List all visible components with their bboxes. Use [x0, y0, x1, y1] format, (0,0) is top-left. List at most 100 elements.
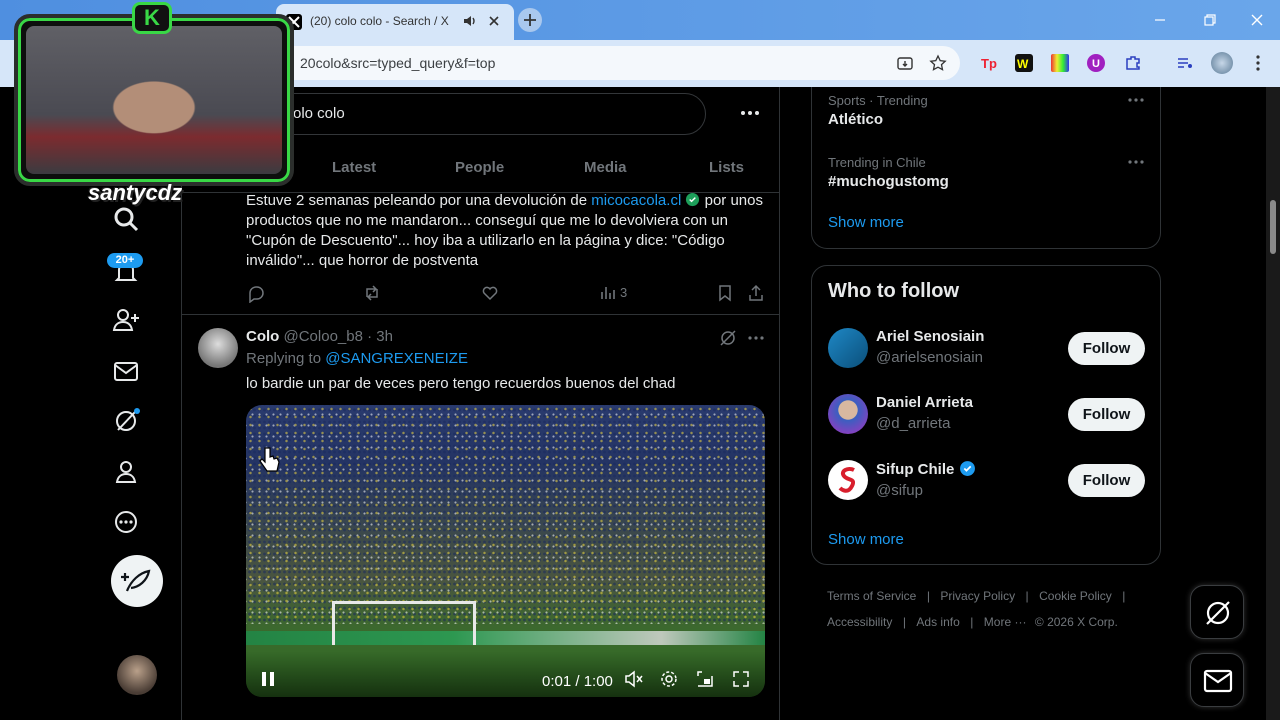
- mouse-cursor-hand-icon: [258, 446, 282, 476]
- webcam-feed: [26, 26, 282, 174]
- extension-w-icon[interactable]: W: [1015, 54, 1033, 72]
- post-1-text: Estuve 2 semanas peleando por una devolu…: [246, 191, 766, 271]
- tab-latest[interactable]: Latest: [332, 159, 376, 176]
- close-tab-icon[interactable]: [486, 13, 502, 29]
- user-1-avatar[interactable]: [828, 328, 868, 368]
- tab-media[interactable]: Media: [584, 159, 627, 176]
- video-ad-boards: [246, 631, 765, 645]
- post-2-video[interactable]: 0:01 / 1:00: [246, 405, 765, 697]
- search-options-icon[interactable]: [738, 103, 762, 123]
- user-1-info[interactable]: Ariel Senosiain @arielsenosiain: [876, 328, 984, 366]
- tab-people[interactable]: People: [455, 159, 504, 176]
- pause-icon[interactable]: [258, 669, 278, 689]
- trend-1-name: Atlético: [828, 111, 884, 128]
- compose-post-button[interactable]: [111, 555, 163, 607]
- follow-button-user-2[interactable]: Follow: [1068, 398, 1145, 431]
- replying-to-handle[interactable]: @SANGREXENEIZE: [325, 350, 468, 367]
- trend-2-name: #muchogustomg: [828, 173, 949, 190]
- speaker-icon[interactable]: [462, 13, 478, 29]
- streamer-name: santycdz: [88, 180, 183, 205]
- trends-show-more-link[interactable]: Show more: [828, 214, 904, 231]
- streamer-logo-badge: K: [132, 2, 172, 34]
- more-circle-icon[interactable]: [110, 506, 142, 538]
- post-2-handle[interactable]: @Coloo_b8: [284, 328, 363, 345]
- settings-gear-icon[interactable]: [659, 669, 679, 689]
- follow-button-user-1[interactable]: Follow: [1068, 332, 1145, 365]
- repost-icon[interactable]: [362, 283, 382, 303]
- grok-post-icon[interactable]: [718, 328, 738, 348]
- user-2-info[interactable]: Daniel Arrieta @d_arrieta: [876, 394, 973, 432]
- post-2-header: Colo @Coloo_b8 · 3h: [246, 328, 393, 345]
- user-3-info[interactable]: Sifup Chile @sifup: [876, 460, 976, 499]
- footer-accessibility[interactable]: Accessibility: [827, 615, 892, 629]
- footer-copyright: © 2026 X Corp.: [1034, 615, 1118, 629]
- bookmark-star-icon[interactable]: [929, 54, 947, 72]
- follow-people-icon[interactable]: [110, 304, 142, 336]
- streamer-webcam-overlay: K santycdz: [4, 0, 298, 210]
- browser-tab-active[interactable]: (20) colo colo - Search / X: [276, 4, 514, 40]
- trends-card: Sports · Trending Atlético Trending in C…: [811, 87, 1161, 249]
- browser-menu-icon[interactable]: [1250, 54, 1266, 72]
- right-sidebar: Sports · Trending Atlético Trending in C…: [780, 87, 1280, 720]
- like-heart-icon[interactable]: [480, 283, 500, 303]
- trend-item-1[interactable]: Sports · Trending Atlético: [828, 93, 928, 128]
- replying-label: Replying to: [246, 350, 326, 367]
- fullscreen-icon[interactable]: [731, 669, 751, 689]
- verified-org-icon: [685, 192, 700, 207]
- messages-envelope-icon[interactable]: [110, 355, 142, 387]
- search-query-text[interactable]: olo colo: [293, 105, 345, 122]
- footer-ads-info[interactable]: Ads info: [916, 615, 959, 629]
- who-to-follow-show-more-link[interactable]: Show more: [828, 531, 904, 548]
- trend-2-more-icon[interactable]: [1126, 156, 1146, 168]
- mute-icon[interactable]: [624, 669, 644, 689]
- footer-terms[interactable]: Terms of Service: [827, 589, 916, 603]
- tab-lists[interactable]: Lists: [709, 159, 744, 176]
- user-2-avatar[interactable]: [828, 394, 868, 434]
- trend-1-more-icon[interactable]: [1126, 94, 1146, 106]
- profile-avatar[interactable]: [1211, 52, 1233, 74]
- extension-u-icon[interactable]: U: [1087, 54, 1105, 72]
- messages-floating-button[interactable]: [1190, 653, 1244, 707]
- post-more-icon[interactable]: [746, 328, 766, 348]
- extension-color-icon[interactable]: [1051, 54, 1069, 72]
- new-tab-button[interactable]: [518, 8, 542, 32]
- page-scrollbar[interactable]: [1266, 87, 1280, 720]
- extension-tp-icon[interactable]: Tp: [980, 54, 998, 72]
- user-3-avatar[interactable]: [828, 460, 868, 500]
- post-2-text: lo bardie un par de veces pero tengo rec…: [246, 375, 676, 392]
- share-icon[interactable]: [746, 283, 766, 303]
- user-2-name: Daniel Arrieta: [876, 394, 973, 411]
- post-2-author-name[interactable]: Colo: [246, 328, 279, 345]
- post-1-link[interactable]: micocacola.cl: [591, 192, 681, 209]
- minimize-icon[interactable]: [1152, 12, 1168, 28]
- svg-text:U: U: [1092, 58, 1100, 70]
- svg-text:Tp: Tp: [981, 56, 997, 71]
- user-2-handle: @d_arrieta: [876, 415, 951, 432]
- grok-floating-button[interactable]: [1190, 585, 1244, 639]
- post-2-author-avatar[interactable]: [198, 328, 238, 368]
- footer-cookies[interactable]: Cookie Policy: [1039, 589, 1112, 603]
- address-bar[interactable]: 20colo&src=typed_query&f=top: [240, 46, 960, 80]
- follow-button-user-3[interactable]: Follow: [1068, 464, 1145, 497]
- account-avatar[interactable]: [117, 655, 157, 695]
- trend-1-context: Sports · Trending: [828, 93, 928, 108]
- picture-in-picture-icon[interactable]: [695, 669, 715, 689]
- footer-more[interactable]: More ···: [984, 615, 1027, 629]
- install-app-icon[interactable]: [896, 55, 914, 73]
- url-text[interactable]: 20colo&src=typed_query&f=top: [300, 55, 495, 71]
- footer-privacy[interactable]: Privacy Policy: [940, 589, 1015, 603]
- trend-item-2[interactable]: Trending in Chile #muchogustomg: [828, 155, 949, 190]
- restore-icon[interactable]: [1202, 12, 1218, 28]
- views-chart-icon[interactable]: [598, 283, 618, 303]
- close-window-icon[interactable]: [1249, 12, 1265, 28]
- scrollbar-thumb[interactable]: [1270, 200, 1276, 254]
- extensions-puzzle-icon[interactable]: [1124, 54, 1142, 72]
- tab-title: (20) colo colo - Search / X: [310, 14, 449, 28]
- bookmark-icon[interactable]: [715, 283, 735, 303]
- reply-icon[interactable]: [246, 283, 266, 303]
- grok-icon[interactable]: [110, 405, 142, 437]
- profile-person-icon[interactable]: [110, 456, 142, 488]
- search-input[interactable]: olo colo: [272, 93, 706, 135]
- media-controls-icon[interactable]: [1176, 54, 1194, 72]
- post-2-time[interactable]: · 3h: [367, 328, 393, 345]
